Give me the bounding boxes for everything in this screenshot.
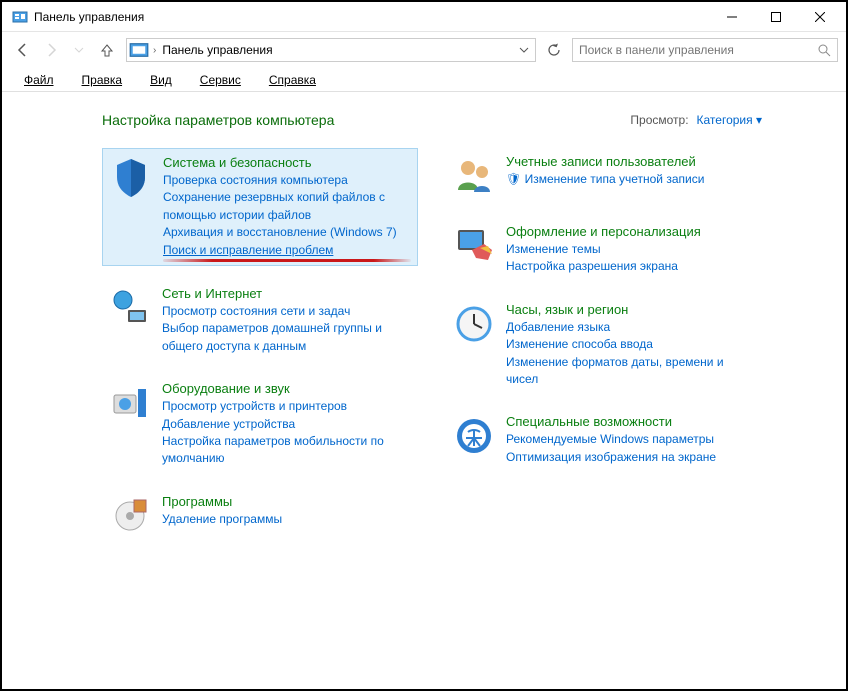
- category-link[interactable]: Сохранение резервных копий файлов с помо…: [163, 189, 411, 224]
- category-link[interactable]: Изменение способа ввода: [506, 336, 756, 353]
- content: Настройка параметров компьютера Просмотр…: [2, 92, 846, 689]
- menu-help[interactable]: Справка: [257, 71, 328, 89]
- control-panel-icon: [12, 9, 28, 25]
- category-network-internet: Сеть и Интернет Просмотр состояния сети и…: [102, 280, 418, 361]
- breadcrumb[interactable]: Панель управления: [158, 39, 276, 61]
- category-ease-of-access: Специальные возможности Рекомендуемые Win…: [446, 408, 762, 472]
- category-link[interactable]: Изменение темы: [506, 241, 756, 258]
- category-link[interactable]: Настройка разрешения экрана: [506, 258, 756, 275]
- category-hardware-sound: Оборудование и звук Просмотр устройств и …: [102, 375, 418, 474]
- titlebar: Панель управления: [2, 2, 846, 32]
- category-link[interactable]: Проверка состояния компьютера: [163, 172, 411, 189]
- programs-icon: [108, 494, 152, 538]
- category-link[interactable]: Оптимизация изображения на экране: [506, 449, 756, 466]
- category-link[interactable]: Добавление языка: [506, 319, 756, 336]
- category-appearance: Оформление и персонализация Изменение тем…: [446, 218, 762, 282]
- address-icon: [129, 40, 149, 60]
- network-internet-icon: [108, 286, 152, 330]
- menu-file[interactable]: Файл: [12, 71, 66, 89]
- category-user-accounts: Учетные записи пользователей 🛡 Изменение …: [446, 148, 762, 204]
- menu-edit[interactable]: Правка: [70, 71, 135, 89]
- user-accounts-icon: [452, 154, 496, 198]
- category-link[interactable]: Добавление устройства: [162, 416, 412, 433]
- maximize-button[interactable]: [754, 2, 798, 32]
- category-link[interactable]: Выбор параметров домашней группы и общег…: [162, 320, 412, 355]
- category-link[interactable]: Просмотр устройств и принтеров: [162, 398, 412, 415]
- clock-region-icon: [452, 302, 496, 346]
- category-title[interactable]: Специальные возможности: [506, 414, 756, 429]
- view-dropdown[interactable]: Категория ▾: [697, 113, 762, 127]
- menu-view[interactable]: Вид: [138, 71, 184, 89]
- menubar: Файл Правка Вид Сервис Справка: [2, 68, 846, 92]
- search-input[interactable]: [579, 43, 817, 57]
- up-button[interactable]: [94, 37, 120, 63]
- refresh-button[interactable]: [542, 38, 566, 62]
- category-programs: Программы Удаление программы: [102, 488, 418, 544]
- highlight-underline: [163, 259, 411, 262]
- view-label: Просмотр:: [630, 113, 688, 127]
- close-button[interactable]: [798, 2, 842, 32]
- appearance-icon: [452, 224, 496, 268]
- category-clock-region: Часы, язык и регионДобавление языкаИзмен…: [446, 296, 762, 395]
- category-title[interactable]: Учетные записи пользователей: [506, 154, 756, 169]
- navbar: › Панель управления: [2, 32, 846, 68]
- category-system-security: Система и безопасность Проверка состояния…: [102, 148, 418, 266]
- recent-dropdown[interactable]: [66, 37, 92, 63]
- address-bar[interactable]: › Панель управления: [126, 38, 536, 62]
- category-link[interactable]: Поиск и исправление проблем: [163, 242, 411, 259]
- address-dropdown-icon[interactable]: [513, 45, 535, 55]
- category-title[interactable]: Сеть и Интернет: [162, 286, 412, 301]
- ease-of-access-icon: [452, 414, 496, 458]
- hardware-sound-icon: [108, 381, 152, 425]
- system-security-icon: [109, 155, 153, 199]
- menu-tools[interactable]: Сервис: [188, 71, 253, 89]
- forward-button[interactable]: [38, 37, 64, 63]
- search-icon[interactable]: [817, 43, 831, 57]
- page-title: Настройка параметров компьютера: [102, 112, 630, 128]
- category-title[interactable]: Система и безопасность: [163, 155, 411, 170]
- minimize-button[interactable]: [710, 2, 754, 32]
- category-link[interactable]: Удаление программы: [162, 511, 412, 528]
- category-title[interactable]: Оформление и персонализация: [506, 224, 756, 239]
- category-title[interactable]: Программы: [162, 494, 412, 509]
- chevron-right-icon[interactable]: ›: [151, 45, 158, 56]
- category-link[interactable]: Архивация и восстановление (Windows 7): [163, 224, 411, 241]
- category-link[interactable]: Просмотр состояния сети и задач: [162, 303, 412, 320]
- category-link[interactable]: 🛡 Изменение типа учетной записи: [506, 171, 756, 188]
- category-title[interactable]: Оборудование и звук: [162, 381, 412, 396]
- search-box[interactable]: [572, 38, 838, 62]
- category-title[interactable]: Часы, язык и регион: [506, 302, 756, 317]
- category-link[interactable]: Изменение форматов даты, времени и чисел: [506, 354, 756, 389]
- category-link[interactable]: Рекомендуемые Windows параметры: [506, 431, 756, 448]
- window-title: Панель управления: [34, 10, 710, 24]
- back-button[interactable]: [10, 37, 36, 63]
- category-link[interactable]: Настройка параметров мобильности по умол…: [162, 433, 412, 468]
